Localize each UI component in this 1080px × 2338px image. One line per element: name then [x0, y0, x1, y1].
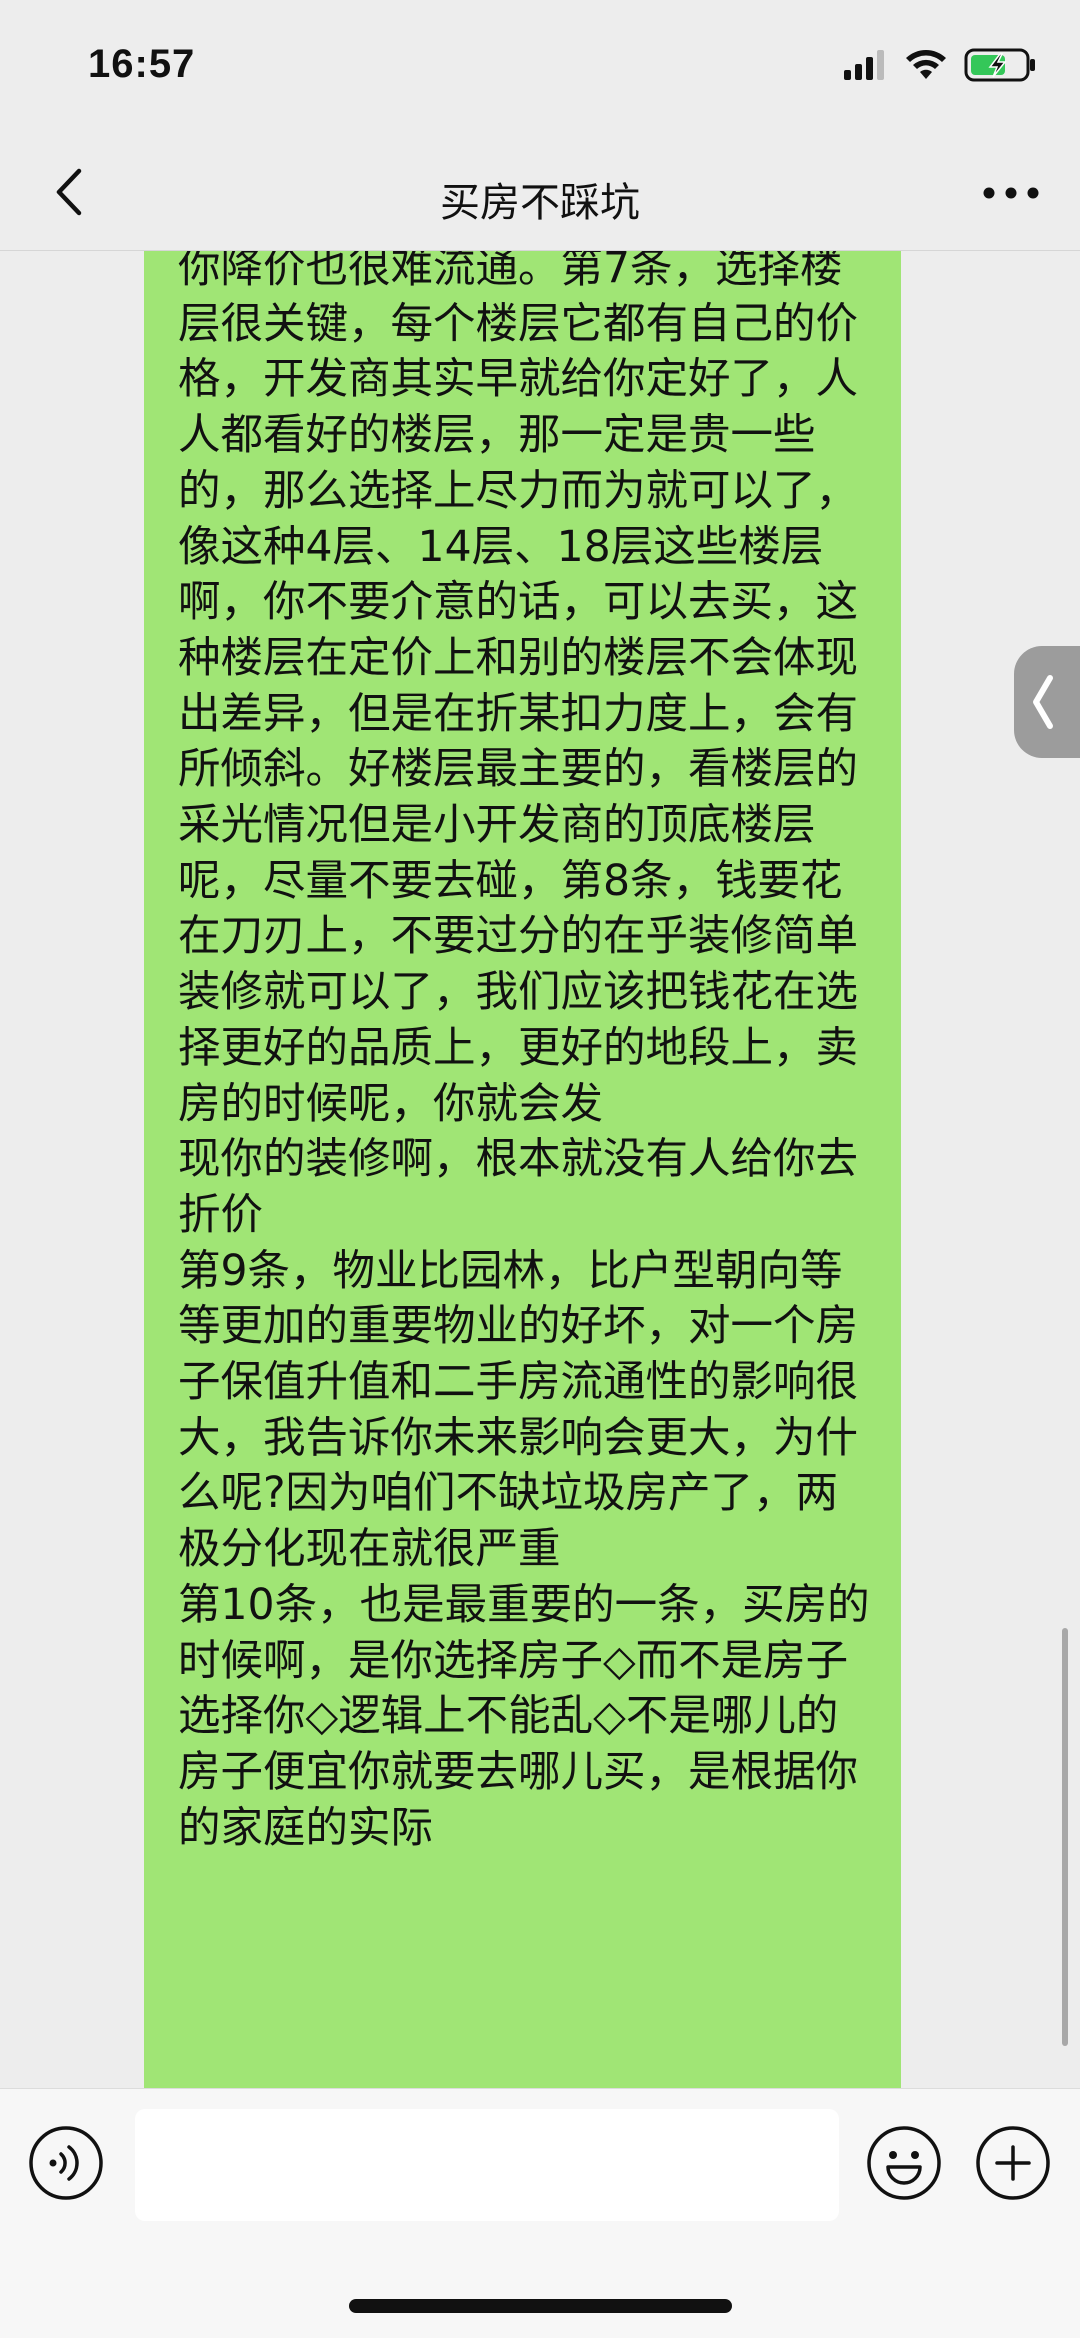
- chevron-left-icon: [1033, 675, 1053, 729]
- message-bubble[interactable]: 你降价也很难流通。第7条，选择楼层很关键，每个楼层它都有自己的价格，开发商其实早…: [144, 251, 901, 2088]
- status-icons: [844, 48, 1038, 82]
- more-button[interactable]: [976, 168, 1046, 218]
- wifi-icon: [906, 50, 946, 79]
- side-float-handle[interactable]: [1014, 646, 1080, 758]
- plus-icon: [976, 2126, 1050, 2200]
- emoji-button[interactable]: [866, 2125, 942, 2201]
- voice-button[interactable]: [28, 2125, 104, 2201]
- chat-header: 买房不踩坑: [0, 140, 1080, 251]
- emoji-icon: [867, 2126, 941, 2200]
- plus-button[interactable]: [975, 2125, 1051, 2201]
- chat-title: 买房不踩坑: [440, 180, 640, 226]
- more-dots-icon: [983, 187, 1039, 199]
- signal-icon: [844, 50, 884, 80]
- scrollbar[interactable]: [1062, 1628, 1068, 2046]
- message-text: 你降价也很难流通。第7条，选择楼层很关键，每个楼层它都有自己的价格，开发商其实早…: [178, 251, 870, 1853]
- status-time: 16:57: [88, 42, 196, 86]
- chat-message-list[interactable]: 你降价也很难流通。第7条，选择楼层很关键，每个楼层它都有自己的价格，开发商其实早…: [0, 251, 1080, 2088]
- status-bar: 16:57: [0, 0, 1080, 140]
- message-input[interactable]: [135, 2109, 839, 2221]
- battery-charging-icon: [964, 48, 1035, 82]
- home-indicator[interactable]: [349, 2299, 732, 2313]
- voice-icon: [29, 2126, 103, 2200]
